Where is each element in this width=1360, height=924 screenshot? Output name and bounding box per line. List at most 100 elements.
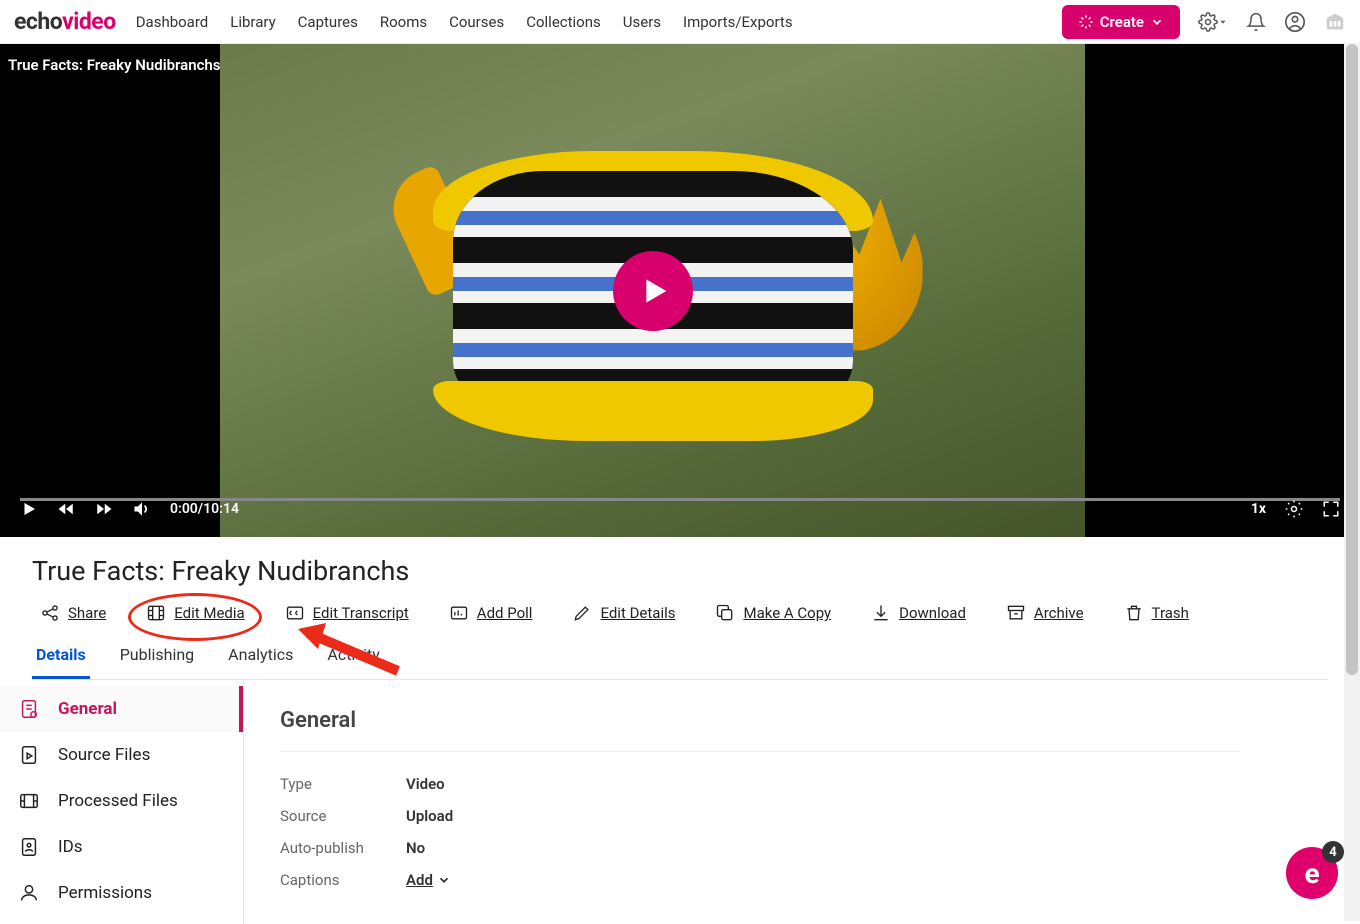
kv-captions: Captions Add bbox=[280, 864, 1324, 896]
details-pane: General Type Video Source Upload Auto-pu… bbox=[244, 680, 1360, 924]
tab-details[interactable]: Details bbox=[32, 637, 90, 679]
make-copy-action[interactable]: Make A Copy bbox=[715, 603, 831, 623]
edit-details-action[interactable]: Edit Details bbox=[572, 603, 675, 623]
kv-captions-key: Captions bbox=[280, 871, 406, 889]
chat-logo-icon: e bbox=[1304, 857, 1319, 890]
kv-source-val: Upload bbox=[406, 807, 453, 825]
sidebar-label-processed-files: Processed Files bbox=[58, 791, 178, 811]
fullscreen-icon[interactable] bbox=[1322, 500, 1340, 518]
chat-launcher[interactable]: e 4 bbox=[1286, 847, 1338, 899]
kv-captions-add[interactable]: Add bbox=[406, 871, 451, 889]
forward-control[interactable] bbox=[94, 500, 114, 518]
nav-imports-exports[interactable]: Imports/Exports bbox=[683, 13, 793, 31]
edit-media-action[interactable]: Edit Media bbox=[146, 603, 244, 623]
volume-control[interactable] bbox=[132, 499, 152, 519]
tab-publishing[interactable]: Publishing bbox=[116, 637, 198, 679]
nav-courses[interactable]: Courses bbox=[449, 13, 504, 31]
sidebar-item-processed-files[interactable]: Processed Files bbox=[0, 778, 243, 824]
trash-label: Trash bbox=[1152, 604, 1189, 622]
player-controls: 0:00/10:14 1x bbox=[0, 481, 1360, 537]
kv-source-key: Source bbox=[280, 807, 406, 825]
kv-autopublish: Auto-publish No bbox=[280, 832, 1324, 864]
play-icon bbox=[633, 271, 673, 311]
archive-label: Archive bbox=[1034, 604, 1084, 622]
filmstrip-icon bbox=[18, 790, 40, 812]
sidebar-item-permissions[interactable]: Permissions bbox=[0, 870, 243, 916]
file-video-icon bbox=[18, 744, 40, 766]
kv-source: Source Upload bbox=[280, 800, 1324, 832]
nav-users[interactable]: Users bbox=[623, 13, 661, 31]
sparkle-icon bbox=[1078, 14, 1094, 30]
film-icon bbox=[146, 603, 166, 623]
brand-logo[interactable]: echovideo bbox=[14, 8, 116, 35]
tab-analytics[interactable]: Analytics bbox=[224, 637, 297, 679]
sidebar-item-source-files[interactable]: Source Files bbox=[0, 732, 243, 778]
sidebar-label-source-files: Source Files bbox=[58, 745, 150, 765]
archive-icon bbox=[1006, 603, 1026, 623]
doc-info-icon bbox=[18, 698, 40, 720]
time-display: 0:00/10:14 bbox=[170, 501, 239, 517]
pencil-icon bbox=[572, 603, 592, 623]
sidebar-label-permissions: Permissions bbox=[58, 883, 152, 903]
play-control[interactable] bbox=[20, 500, 38, 518]
page-scrollbar[interactable] bbox=[1344, 44, 1360, 921]
download-icon bbox=[871, 603, 891, 623]
top-nav: Dashboard Library Captures Rooms Courses… bbox=[136, 13, 1062, 31]
player-settings-icon[interactable] bbox=[1284, 499, 1304, 519]
nav-library[interactable]: Library bbox=[230, 13, 275, 31]
copy-icon bbox=[715, 603, 735, 623]
sidebar-item-general[interactable]: General bbox=[0, 686, 243, 732]
pane-heading: General bbox=[280, 708, 1324, 733]
nav-rooms[interactable]: Rooms bbox=[380, 13, 427, 31]
edit-transcript-label: Edit Transcript bbox=[313, 604, 409, 622]
video-overlay-title: True Facts: Freaky Nudibranchs bbox=[0, 56, 221, 74]
share-icon bbox=[40, 603, 60, 623]
nav-dashboard[interactable]: Dashboard bbox=[136, 13, 209, 31]
play-button[interactable] bbox=[613, 251, 693, 331]
download-label: Download bbox=[899, 604, 966, 622]
quote-icon bbox=[285, 603, 305, 623]
media-tabs: Details Publishing Analytics Activity bbox=[32, 637, 1328, 680]
video-player-region: True Facts: Freaky Nudibranchs 0:00/10:1… bbox=[0, 44, 1360, 537]
create-button[interactable]: Create bbox=[1062, 5, 1180, 39]
edit-transcript-action[interactable]: Edit Transcript bbox=[285, 603, 409, 623]
create-label: Create bbox=[1100, 13, 1144, 31]
add-poll-action[interactable]: Add Poll bbox=[449, 603, 533, 623]
tab-activity[interactable]: Activity bbox=[323, 637, 383, 679]
archive-action[interactable]: Archive bbox=[1006, 603, 1084, 623]
media-title: True Facts: Freaky Nudibranchs bbox=[32, 555, 1328, 587]
chevron-down-icon bbox=[437, 873, 451, 887]
share-action[interactable]: Share bbox=[40, 603, 106, 623]
kv-type-key: Type bbox=[280, 775, 406, 793]
institution-icon[interactable] bbox=[1324, 11, 1346, 33]
add-poll-label: Add Poll bbox=[477, 604, 533, 622]
edit-details-label: Edit Details bbox=[600, 604, 675, 622]
nav-collections[interactable]: Collections bbox=[526, 13, 601, 31]
account-icon[interactable] bbox=[1284, 11, 1306, 33]
media-actions-row: Share Edit Media Edit Transcript Add Pol… bbox=[40, 603, 1328, 623]
make-copy-label: Make A Copy bbox=[743, 604, 831, 622]
trash-action[interactable]: Trash bbox=[1124, 603, 1189, 623]
divider bbox=[280, 751, 1240, 752]
rewind-control[interactable] bbox=[56, 500, 76, 518]
kv-autopublish-val: No bbox=[406, 839, 425, 857]
sidebar-label-ids: IDs bbox=[58, 837, 83, 857]
share-label: Share bbox=[68, 604, 106, 622]
brand-part2: video bbox=[62, 8, 116, 35]
trash-icon bbox=[1124, 603, 1144, 623]
kv-type-val: Video bbox=[406, 775, 445, 793]
video-frame[interactable] bbox=[220, 44, 1085, 537]
download-action[interactable]: Download bbox=[871, 603, 966, 623]
brand-part1: echo bbox=[14, 8, 62, 35]
kv-autopublish-key: Auto-publish bbox=[280, 839, 406, 857]
sidebar-item-ids[interactable]: IDs bbox=[0, 824, 243, 870]
chat-badge: 4 bbox=[1322, 841, 1344, 863]
details-sidebar: General Source Files Processed Files IDs… bbox=[0, 680, 244, 924]
nav-captures[interactable]: Captures bbox=[298, 13, 358, 31]
notifications-bell-icon[interactable] bbox=[1246, 12, 1266, 32]
permissions-icon bbox=[18, 882, 40, 904]
sidebar-label-general: General bbox=[58, 699, 117, 719]
settings-gear-icon[interactable] bbox=[1198, 12, 1228, 32]
kv-type: Type Video bbox=[280, 768, 1324, 800]
playback-speed[interactable]: 1x bbox=[1251, 501, 1266, 517]
